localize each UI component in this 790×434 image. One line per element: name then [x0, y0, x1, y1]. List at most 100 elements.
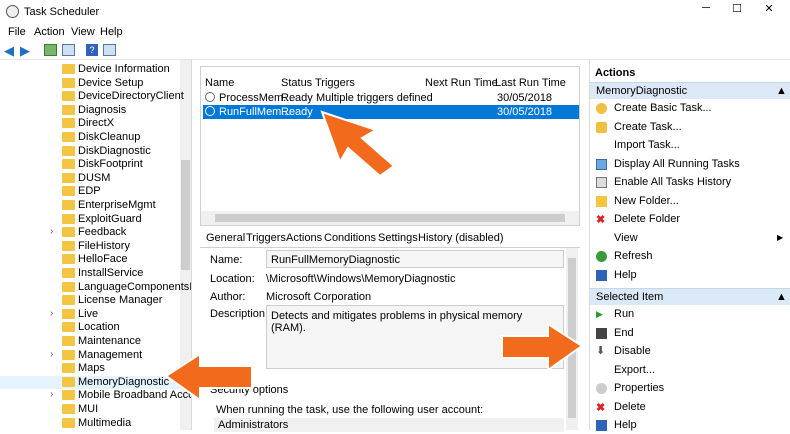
tree-item[interactable]: DirectX [0, 117, 180, 131]
tree-item[interactable]: › Management [0, 349, 180, 363]
tree-item[interactable]: EDP [0, 185, 180, 199]
action-import-task[interactable]: Import Task... [590, 138, 790, 154]
properties-icon [596, 383, 607, 394]
action-help[interactable]: Help [590, 418, 790, 434]
action-refresh[interactable]: Refresh [590, 249, 790, 265]
tab-actions[interactable]: Actions [286, 232, 322, 244]
action-label: Import Task... [614, 139, 680, 151]
action-new-folder[interactable]: New Folder... [590, 194, 790, 210]
action-create-basic-task[interactable]: Create Basic Task... [590, 101, 790, 117]
show-hide-tree-icon[interactable] [62, 44, 75, 56]
tree-item-label: ExploitGuard [78, 212, 142, 225]
maximize-button[interactable]: ☐ [722, 2, 752, 20]
tree-item-label: DiskFootprint [78, 158, 143, 171]
action-delete-folder[interactable]: ✖ Delete Folder [590, 212, 790, 228]
tree-item[interactable]: › Feedback [0, 226, 180, 240]
location-label: Location: [210, 273, 255, 285]
col-status[interactable]: Status [281, 77, 312, 89]
menu-file[interactable]: File [8, 26, 26, 38]
forward-arrow-icon[interactable]: ▶ [20, 43, 30, 59]
col-name[interactable]: Name [205, 77, 234, 89]
collapse-icon[interactable]: ▲ [776, 85, 787, 97]
action-export[interactable]: Export... [590, 363, 790, 379]
section-memorydiagnostic[interactable]: MemoryDiagnostic ▲ [590, 82, 790, 99]
tree-item[interactable]: MemoryDiagnostic [0, 375, 180, 390]
arrow-annotation-task [320, 110, 396, 178]
minimize-button[interactable]: ─ [691, 2, 721, 20]
tree-item[interactable]: Maintenance [0, 335, 180, 349]
menu-view[interactable]: View [71, 26, 95, 38]
action-run[interactable]: ▶ Run [590, 307, 790, 323]
tab-conditions[interactable]: Conditions [324, 232, 376, 244]
submenu-arrow-icon: ▶ [777, 232, 784, 242]
col-triggers[interactable]: Triggers [315, 77, 355, 89]
tree-item[interactable]: Multimedia [0, 417, 180, 430]
action-delete[interactable]: ✖ Delete [590, 400, 790, 416]
expand-chevron-icon[interactable]: › [50, 389, 53, 400]
show-action-pane-icon[interactable] [103, 44, 116, 56]
action-enable-all-tasks-history[interactable]: Enable All Tasks History [590, 175, 790, 191]
horizontal-scrollbar[interactable] [201, 211, 579, 225]
tree-item[interactable]: HelloFace [0, 253, 180, 267]
tree-item[interactable]: Location [0, 321, 180, 335]
name-field[interactable]: RunFullMemoryDiagnostic [266, 250, 564, 268]
folder-icon [62, 240, 75, 251]
expand-chevron-icon[interactable]: › [50, 226, 53, 237]
folder-icon [62, 118, 75, 129]
tree-item[interactable]: LanguageComponentsInst [0, 281, 191, 295]
task-status: Ready [281, 106, 313, 118]
location-value: \Microsoft\Windows\MemoryDiagnostic [266, 273, 456, 285]
menu-help[interactable]: Help [100, 26, 123, 38]
action-end[interactable]: End [590, 326, 790, 342]
tree-item[interactable]: ExploitGuard [0, 213, 180, 227]
action-create-task[interactable]: Create Task... [590, 120, 790, 136]
tab-history[interactable]: History (disabled) [418, 232, 504, 244]
collapse-icon[interactable]: ▲ [776, 291, 787, 303]
tree-item[interactable]: › Mobile Broadband Accou [0, 389, 191, 403]
tab-triggers[interactable]: Triggers [246, 232, 286, 244]
action-view[interactable]: View ▶ [590, 231, 790, 247]
help-icon [596, 420, 607, 431]
tree-item[interactable]: DiskDiagnostic [0, 145, 180, 159]
tree-item[interactable]: EnterpriseMgmt [0, 199, 180, 213]
create-task-icon [596, 121, 607, 133]
tree-item[interactable]: DiskFootprint [0, 158, 180, 172]
col-last-run[interactable]: Last Run Time [495, 77, 566, 89]
close-button[interactable]: ✕ [754, 2, 784, 20]
refresh-icon [596, 251, 607, 262]
tree-item[interactable]: MUI [0, 403, 180, 417]
action-display-all-running-tasks[interactable]: Display All Running Tasks [590, 157, 790, 173]
end-icon [596, 327, 607, 339]
action-help[interactable]: Help [590, 268, 790, 284]
tree-item[interactable]: InstallService [0, 267, 180, 281]
tree-item[interactable]: Device Information [0, 63, 180, 77]
expand-chevron-icon[interactable]: › [50, 308, 53, 319]
tree-item[interactable]: License Manager [0, 294, 180, 308]
table-row[interactable]: ProcessMem... Ready Multiple triggers de… [203, 91, 579, 116]
col-next-run[interactable]: Next Run Time [425, 77, 498, 89]
help-icon[interactable]: ? [86, 44, 98, 56]
expand-chevron-icon[interactable]: › [50, 349, 53, 360]
tree-item-label: EnterpriseMgmt [78, 199, 156, 211]
menu-action[interactable]: Action [34, 26, 65, 38]
tree-item[interactable]: FileHistory [0, 240, 180, 254]
tree-item[interactable]: DUSM [0, 172, 180, 186]
task-last-run: 30/05/2018 12:08:48 [497, 106, 553, 130]
tree-item[interactable]: Maps [0, 362, 180, 376]
back-arrow-icon[interactable]: ◀ [4, 43, 14, 59]
tab-settings[interactable]: Settings [378, 232, 418, 244]
folder-icon [62, 390, 75, 401]
tree-item[interactable]: Diagnosis [0, 104, 180, 118]
name-label: Name: [210, 254, 243, 266]
tree-item[interactable]: Device Setup [0, 77, 180, 91]
tab-general[interactable]: General [206, 232, 245, 244]
action-properties[interactable]: Properties [590, 381, 790, 397]
folder-icon [62, 145, 75, 156]
section-selected-item[interactable]: Selected Item ▲ [590, 288, 790, 305]
tree-item[interactable]: › Live [0, 308, 180, 322]
tree-item[interactable]: DeviceDirectoryClient [0, 90, 184, 104]
tree-item[interactable]: DiskCleanup [0, 131, 180, 145]
up-folder-icon[interactable] [44, 44, 57, 56]
folder-icon [62, 213, 75, 224]
action-disable[interactable]: ⬇ Disable [590, 344, 790, 360]
